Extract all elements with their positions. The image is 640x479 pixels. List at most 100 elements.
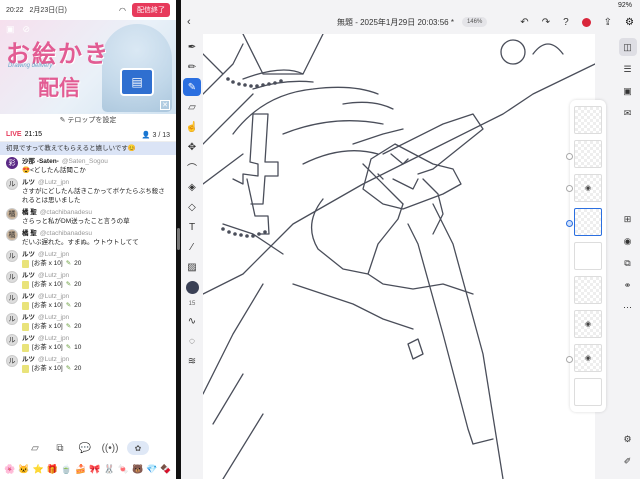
live-elapsed: 21:15 xyxy=(24,131,43,138)
text-tool-icon[interactable]: T xyxy=(183,218,201,236)
comment-handle: @ctachibanadesu xyxy=(39,230,92,237)
end-stream-button[interactable]: 配信終了 xyxy=(132,3,170,17)
broadcast-icon[interactable]: ((•)) xyxy=(102,440,119,456)
color-picker[interactable] xyxy=(183,278,201,296)
comment-text: さすがにどしたん話きこかってボケたらぶち殺されるとは思いました xyxy=(22,188,165,204)
layer-thumb[interactable] xyxy=(574,242,602,270)
eyedropper-icon[interactable]: ⁄ xyxy=(183,238,201,256)
comment-icon[interactable]: ▱ xyxy=(27,440,43,456)
clip-indicator-icon[interactable] xyxy=(566,185,573,192)
comment-author: ルツ xyxy=(22,272,35,279)
hidden-eye-icon[interactable]: ◉ xyxy=(585,320,591,328)
telop-button[interactable]: ✎ テロップを設定 xyxy=(0,114,176,128)
layer-thumb-selected[interactable] xyxy=(574,208,602,236)
split-handle[interactable] xyxy=(177,228,180,250)
layer-thumb[interactable] xyxy=(574,140,602,168)
record-icon[interactable] xyxy=(581,17,591,27)
comment-bubble-icon[interactable]: ✉ xyxy=(619,104,637,122)
gift-item-icon[interactable]: 🍰 xyxy=(75,464,86,475)
list-item: ル ルツ @Lutz_jpn [お茶 x 10] ✎ 20 xyxy=(6,313,170,331)
pinned-comment: 初見ですって教えてもらえると嬉しいです😊 xyxy=(0,142,176,155)
pen-settings-icon[interactable]: ✐ xyxy=(619,452,637,470)
layer-thumb[interactable]: ◉ xyxy=(574,310,602,338)
pen-tool-icon[interactable]: ✒ xyxy=(183,38,201,56)
gift-item-icon[interactable]: ⭐ xyxy=(32,464,43,475)
layer-thumb[interactable]: ◉ xyxy=(574,174,602,202)
point-icon: ✎ xyxy=(65,260,72,267)
gift-points: 20 xyxy=(74,281,82,288)
stroke-icon[interactable]: ∿ xyxy=(183,312,201,330)
image-adjust-icon[interactable]: ▣ xyxy=(619,82,637,100)
chat-icon[interactable]: 💬 xyxy=(77,440,93,456)
gift-item-icon[interactable]: 🎁 xyxy=(47,464,58,475)
move-icon[interactable]: ✥ xyxy=(183,138,201,156)
brush-tool-icon[interactable]: ✎ xyxy=(183,78,201,96)
redo-icon[interactable]: ↷ xyxy=(542,17,550,28)
layer-thumb[interactable] xyxy=(574,378,602,406)
streaming-app: 20:22 2月23日(日) ◠ 配信終了 ▣ ⊘ お絵かき Drawing d… xyxy=(0,0,176,479)
avatar: ル xyxy=(6,313,18,325)
gift-item-icon[interactable]: 🎀 xyxy=(89,464,100,475)
stabilizer-icon[interactable]: ◌ xyxy=(183,332,201,350)
gift-text: [お茶 x 10] xyxy=(32,323,63,330)
list-item: 彩 沙那 -Saten- @Saten_Sogou 😍<どしたん話聞こか xyxy=(6,157,170,175)
layer-settings-icon[interactable]: ⧉ xyxy=(619,254,637,272)
help-icon[interactable]: ? xyxy=(563,17,569,28)
gift-item-icon[interactable]: 🐱 xyxy=(18,464,29,475)
avatar: ル xyxy=(6,271,18,283)
drawing-app: 92% ‹ 無題 - 2025年1月29日 20:03:56 * 146% ↶ … xyxy=(181,0,640,479)
visibility-icon[interactable]: ◉ xyxy=(619,232,637,250)
avatar: ル xyxy=(6,334,18,346)
close-icon[interactable]: ✕ xyxy=(160,100,170,110)
comment-author: ルツ xyxy=(22,335,35,342)
zoom-level[interactable]: 146% xyxy=(461,17,488,27)
clip-indicator-icon[interactable] xyxy=(566,153,573,160)
layer-thumb[interactable] xyxy=(574,106,602,134)
smudge-icon[interactable]: ☝ xyxy=(183,118,201,136)
screen-share-icon[interactable]: ⧉ xyxy=(52,440,68,456)
gift-points: 20 xyxy=(74,302,82,309)
fill-icon[interactable]: ◈ xyxy=(183,178,201,196)
tablet-icon: ▤ xyxy=(120,68,154,96)
undo-icon[interactable]: ↶ xyxy=(520,17,528,28)
lasso-icon[interactable]: ⌒ xyxy=(183,158,201,176)
clip-indicator-icon[interactable] xyxy=(566,356,573,363)
gift-text: [お茶 x 10] xyxy=(32,365,63,372)
blend-icon[interactable]: ⚭ xyxy=(619,276,637,294)
gift-item-icon[interactable]: 🐰 xyxy=(104,464,115,475)
hidden-eye-icon[interactable]: ◉ xyxy=(585,354,591,362)
gift-item-icon[interactable]: 🍬 xyxy=(118,464,129,475)
brush-size[interactable]: 15 xyxy=(183,298,201,310)
pencil-tool-icon[interactable]: ✏ xyxy=(183,58,201,76)
layer-thumb[interactable] xyxy=(574,276,602,304)
add-layer-icon[interactable]: ⊞ xyxy=(619,210,637,228)
right-status-bar: 92% xyxy=(181,0,640,10)
gift-points: 20 xyxy=(74,260,82,267)
document-title[interactable]: 無題 - 2025年1月29日 20:03:56 * xyxy=(337,17,454,28)
back-icon[interactable]: ‹ xyxy=(187,16,201,28)
comment-handle: @Lutz_jpn xyxy=(38,335,70,342)
eraser-icon[interactable]: ▱ xyxy=(183,98,201,116)
layers-icon[interactable]: ◫ xyxy=(618,38,637,56)
settings-icon[interactable]: ⚙ xyxy=(625,17,634,28)
drawing-canvas[interactable] xyxy=(203,34,595,479)
comment-list[interactable]: 彩 沙那 -Saten- @Saten_Sogou 😍<どしたん話聞こか ル ルツ… xyxy=(0,155,176,373)
gift-item-icon[interactable]: 🐻 xyxy=(132,464,143,475)
effects-button[interactable]: ✿ xyxy=(127,441,149,455)
stream-preview: ▣ ⊘ お絵かき Drawing delivery 配信 ▤ ✕ xyxy=(0,20,176,114)
gift-item-icon[interactable]: 🌸 xyxy=(4,464,15,475)
adjust-icon[interactable]: ≋ xyxy=(183,352,201,370)
gift-points: 20 xyxy=(74,365,82,372)
hidden-eye-icon[interactable]: ◉ xyxy=(585,184,591,192)
more-icon[interactable]: ⋯ xyxy=(619,298,637,316)
gift-item-icon[interactable]: 💎 xyxy=(146,464,157,475)
settings-gear-icon[interactable]: ⚙ xyxy=(619,430,637,448)
clip-indicator-icon[interactable] xyxy=(566,220,573,227)
image-icon[interactable]: ▨ xyxy=(183,258,201,276)
shape-icon[interactable]: ◇ xyxy=(183,198,201,216)
gift-item-icon[interactable]: 🍫 xyxy=(160,464,171,475)
adjustments-icon[interactable]: ☰ xyxy=(619,60,637,78)
layer-thumb[interactable]: ◉ xyxy=(574,344,602,372)
share-icon[interactable]: ⇪ xyxy=(604,17,612,28)
gift-item-icon[interactable]: 🍵 xyxy=(61,464,72,475)
